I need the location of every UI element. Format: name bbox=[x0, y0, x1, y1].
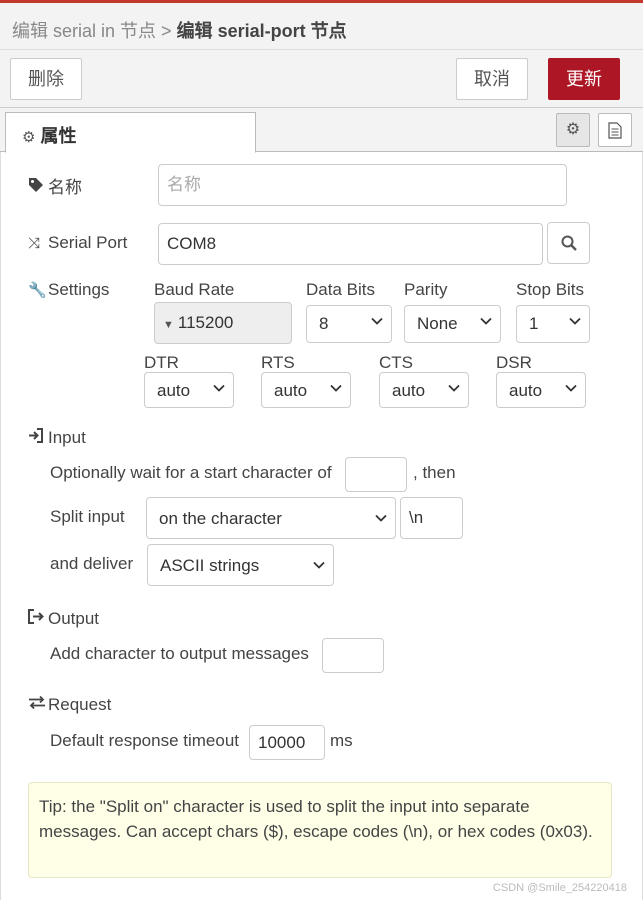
serial-port-input[interactable]: COM8 bbox=[158, 223, 543, 265]
cts-select[interactable]: auto bbox=[379, 372, 469, 408]
name-input[interactable] bbox=[158, 164, 567, 206]
wait-start-text: Optionally wait for a start character of bbox=[50, 463, 332, 482]
watermark: CSDN @Smile_254220418 bbox=[492, 882, 627, 894]
gear-icon: ⚙ bbox=[565, 121, 581, 138]
description-button[interactable] bbox=[598, 113, 632, 147]
name-label-row: 名称 bbox=[28, 173, 82, 198]
chevron-down-icon bbox=[330, 384, 342, 392]
delete-button[interactable]: 删除 bbox=[10, 58, 82, 100]
exchange-icon bbox=[28, 695, 48, 714]
rts-label: RTS bbox=[261, 353, 295, 372]
tab-properties[interactable]: ⚙ 属性 bbox=[5, 112, 256, 153]
baud-rate-combo[interactable]: ▼ 115200 bbox=[154, 302, 292, 344]
data-bits-value: 8 bbox=[319, 314, 329, 333]
chevron-down-icon bbox=[375, 514, 387, 522]
stop-bits-value: 1 bbox=[529, 314, 539, 333]
data-bits-label: Data Bits bbox=[306, 280, 375, 299]
caret-down-icon[interactable]: ▼ bbox=[163, 319, 174, 331]
output-section-header: Output bbox=[28, 609, 99, 629]
split-character-input[interactable]: \n bbox=[400, 497, 463, 539]
start-character-input[interactable] bbox=[345, 457, 407, 492]
random-icon: ⤨ bbox=[28, 235, 41, 252]
cancel-button[interactable]: 取消 bbox=[456, 58, 528, 100]
breadcrumb-parent[interactable]: 编辑 serial in 节点 > bbox=[12, 21, 172, 41]
baud-rate-value: 115200 bbox=[177, 313, 234, 332]
tray-toolbar: 删除 取消 更新 bbox=[0, 50, 643, 108]
dsr-label: DSR bbox=[496, 353, 532, 372]
name-label: 名称 bbox=[48, 178, 82, 197]
chevron-down-icon bbox=[480, 317, 492, 325]
request-section-header: Request bbox=[28, 695, 111, 715]
chevron-down-icon bbox=[313, 561, 325, 569]
search-port-button[interactable] bbox=[547, 222, 590, 264]
split-mode-value: on the character bbox=[159, 509, 282, 528]
rts-value: auto bbox=[274, 381, 308, 400]
gear-icon: ⚙ bbox=[22, 129, 36, 146]
sign-in-icon bbox=[28, 428, 48, 447]
wrench-icon: 🔧 bbox=[28, 282, 47, 299]
tab-bar: ⚙ 属性 ⚙ bbox=[0, 108, 643, 153]
chevron-down-icon bbox=[448, 384, 460, 392]
timeout-unit: ms bbox=[330, 731, 353, 750]
dtr-label: DTR bbox=[144, 353, 179, 372]
input-section-label: Input bbox=[48, 428, 86, 447]
cts-value: auto bbox=[392, 381, 426, 400]
stop-bits-label: Stop Bits bbox=[516, 280, 585, 299]
timeout-input[interactable]: 10000 bbox=[249, 725, 325, 760]
add-character-text: Add character to output messages bbox=[50, 644, 309, 663]
rts-select[interactable]: auto bbox=[261, 372, 351, 408]
search-icon bbox=[561, 235, 577, 251]
update-button[interactable]: 更新 bbox=[548, 58, 620, 100]
chevron-down-icon bbox=[569, 317, 581, 325]
output-character-input[interactable] bbox=[322, 638, 384, 673]
output-section-label: Output bbox=[48, 609, 100, 628]
deliver-select[interactable]: ASCII strings bbox=[147, 544, 334, 586]
serial-port-label-row: ⤨ Serial Port bbox=[28, 233, 127, 253]
chevron-down-icon bbox=[213, 384, 225, 392]
parity-label: Parity bbox=[404, 280, 448, 299]
settings-gear-button[interactable]: ⚙ bbox=[556, 113, 590, 147]
dsr-value: auto bbox=[509, 381, 543, 400]
tray-header: 编辑 serial in 节点 > 编辑 serial-port 节点 bbox=[0, 0, 643, 50]
breadcrumb-current: 编辑 serial-port 节点 bbox=[176, 21, 347, 41]
document-icon bbox=[608, 122, 622, 139]
breadcrumb: 编辑 serial in 节点 > 编辑 serial-port 节点 bbox=[12, 17, 347, 43]
settings-label: Settings bbox=[48, 280, 110, 299]
split-input-label: Split input bbox=[50, 507, 125, 526]
tag-icon bbox=[28, 177, 48, 197]
serial-port-label: Serial Port bbox=[48, 233, 128, 252]
tab-properties-label: 属性 bbox=[40, 126, 77, 146]
dtr-value: auto bbox=[157, 381, 191, 400]
baud-rate-label: Baud Rate bbox=[154, 280, 235, 299]
settings-label-row: 🔧Settings bbox=[28, 280, 109, 300]
tip-box: Tip: the "Split on" character is used to… bbox=[28, 782, 612, 878]
chevron-down-icon bbox=[565, 384, 577, 392]
data-bits-select[interactable]: 8 bbox=[306, 305, 392, 343]
timeout-text: Default response timeout bbox=[50, 731, 239, 750]
dsr-select[interactable]: auto bbox=[496, 372, 586, 408]
then-text: , then bbox=[413, 463, 456, 482]
split-mode-select[interactable]: on the character bbox=[146, 497, 396, 539]
parity-value: None bbox=[417, 314, 458, 333]
cts-label: CTS bbox=[379, 353, 413, 372]
deliver-value: ASCII strings bbox=[160, 556, 260, 575]
input-section-header: Input bbox=[28, 428, 86, 448]
dtr-select[interactable]: auto bbox=[144, 372, 234, 408]
stop-bits-select[interactable]: 1 bbox=[516, 305, 590, 343]
sign-out-icon bbox=[28, 609, 48, 628]
request-section-label: Request bbox=[48, 695, 112, 714]
chevron-down-icon bbox=[371, 317, 383, 325]
deliver-label: and deliver bbox=[50, 554, 134, 573]
parity-select[interactable]: None bbox=[404, 305, 501, 343]
